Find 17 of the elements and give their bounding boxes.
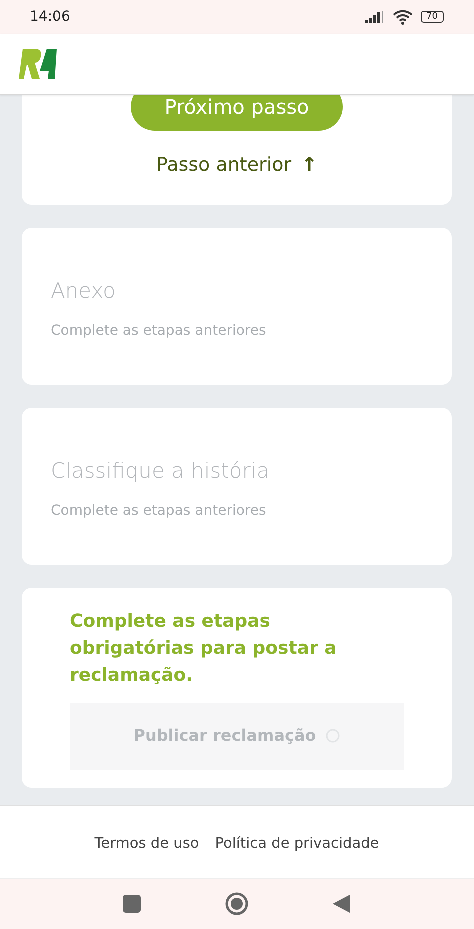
required-steps-message: Complete as etapas obrigatórias para postar a reclamação.: [70, 610, 338, 688]
footer-link[interactable]: Termos de uso: [94, 834, 200, 856]
step-hint: Complete as etapas anteriores: [51, 322, 268, 341]
signal-icon: [364, 11, 385, 23]
back-icon[interactable]: [333, 895, 351, 913]
battery-level: 70: [420, 11, 444, 23]
wifi-icon: [392, 10, 413, 24]
step-hint: Complete as etapas anteriores: [51, 502, 268, 521]
arrow-up-icon[interactable]: ↑: [302, 151, 318, 180]
recents-icon[interactable]: [123, 895, 141, 913]
status-time: 14:06: [30, 8, 70, 26]
step-title: Classifique a história: [51, 458, 271, 484]
step-title: Anexo: [51, 278, 117, 304]
logo-icon: [19, 49, 59, 79]
footer-link[interactable]: Política de privacidade: [215, 834, 380, 856]
home-icon[interactable]: [225, 892, 249, 916]
previous-step-link[interactable]: Passo anterior: [156, 151, 292, 180]
